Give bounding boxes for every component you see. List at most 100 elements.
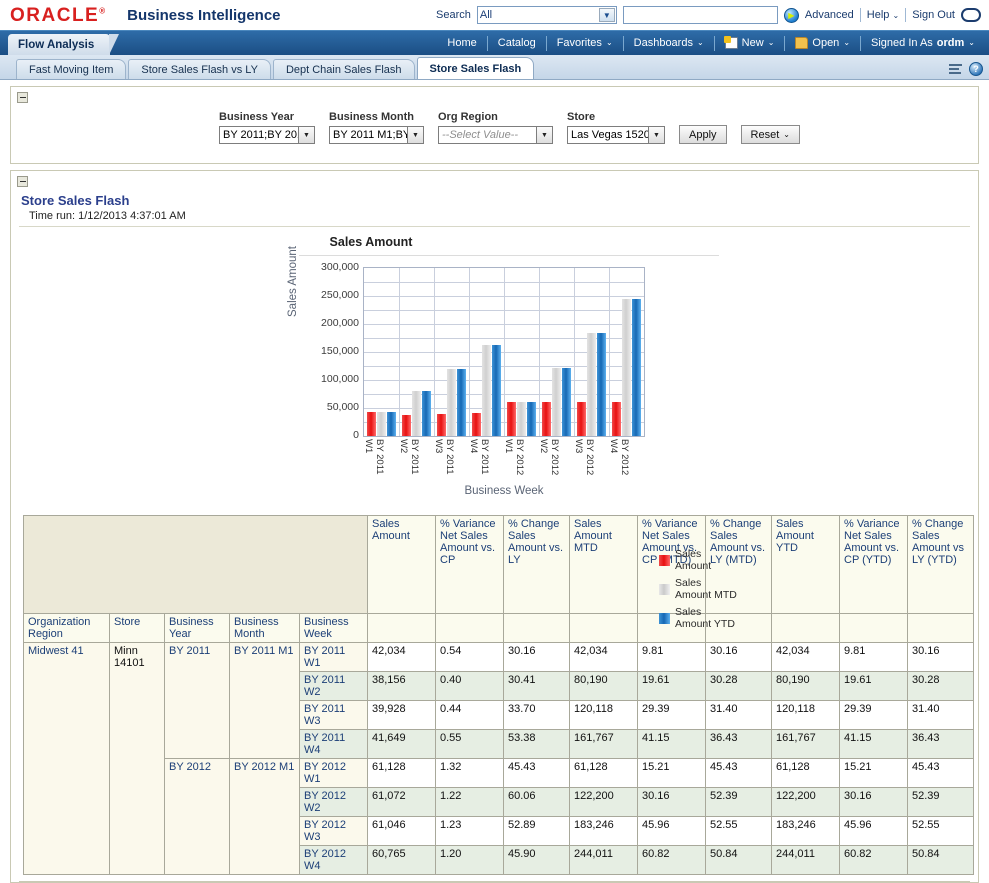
chart-bar[interactable] (612, 402, 621, 436)
column-header[interactable]: Organization Region (24, 614, 110, 643)
tab-dept-chain-sales-flash[interactable]: Dept Chain Sales Flash (273, 59, 415, 79)
legend-item[interactable]: Sales Amount YTD (659, 607, 769, 630)
chart-bar[interactable] (422, 391, 431, 436)
collapse-icon[interactable] (17, 176, 28, 187)
search-input[interactable] (623, 6, 778, 24)
column-header-spacer (840, 614, 908, 643)
column-header[interactable]: Sales Amount (368, 516, 436, 614)
chart-bar[interactable] (447, 369, 456, 436)
cell-business-week[interactable]: BY 2012 W4 (300, 846, 368, 875)
global-header-right: Search All ▼ ▶ Advanced Help ⌄ Sign Out (436, 0, 989, 30)
chart-bar[interactable] (587, 333, 596, 436)
chart-x-tick-label: W2 (538, 439, 549, 453)
cell-business-year[interactable]: BY 2012 (165, 759, 230, 875)
cell-business-week[interactable]: BY 2011 W1 (300, 643, 368, 672)
help-menu[interactable]: Help ⌄ (867, 9, 899, 21)
cell-measure-value: 29.39 (638, 701, 706, 730)
cell-business-week[interactable]: BY 2011 W3 (300, 701, 368, 730)
column-header[interactable]: Business Year (165, 614, 230, 643)
column-header[interactable]: Sales Amount MTD (570, 516, 638, 614)
help-icon[interactable]: ? (969, 62, 983, 76)
chart-bar[interactable] (507, 402, 516, 436)
chart-bar[interactable] (597, 333, 606, 436)
cell-business-week[interactable]: BY 2012 W3 (300, 817, 368, 846)
chevron-down-icon: ⌄ (606, 35, 613, 51)
store-combo[interactable]: Las Vegas 15206 ▼ (567, 126, 665, 144)
chart-bar[interactable] (552, 368, 561, 436)
reset-button[interactable]: Reset ⌄ (741, 125, 800, 144)
chart-bar[interactable] (387, 412, 396, 436)
column-header-spacer (368, 614, 436, 643)
chart-bar[interactable] (492, 345, 501, 436)
sign-out-link[interactable]: Sign Out (912, 9, 955, 21)
chart-bar[interactable] (632, 299, 641, 436)
page-options-icon[interactable] (949, 64, 962, 75)
business-month-combo[interactable]: BY 2011 M1;BY 2 ▼ (329, 126, 424, 144)
nav-item-dashboards[interactable]: Dashboards⌄ (624, 35, 714, 51)
column-header[interactable]: % Change Sales Amount vs LY (YTD) (908, 516, 974, 614)
chart-bar[interactable] (377, 412, 386, 436)
cell-organization-region[interactable]: Midwest 41 (24, 643, 110, 875)
chevron-down-icon[interactable]: ▼ (649, 126, 665, 144)
tab-store-sales-flash[interactable]: Store Sales Flash (417, 57, 535, 79)
nav-item-open[interactable]: Open⌄ (785, 35, 860, 51)
nav-item-catalog[interactable]: Catalog (488, 35, 546, 51)
legend-item[interactable]: Sales Amount MTD (659, 578, 769, 601)
legend-item[interactable]: Sales Amount (659, 549, 769, 572)
chart-bar[interactable] (472, 413, 481, 436)
chart-bar[interactable] (412, 391, 421, 436)
chart-y-tick-label: 300,000 (321, 261, 359, 273)
chart-bar[interactable] (577, 402, 586, 436)
chart-bar[interactable] (542, 402, 551, 436)
cell-business-week[interactable]: BY 2012 W1 (300, 759, 368, 788)
chart-bar[interactable] (402, 415, 411, 436)
chart-x-tick-label: W1 (503, 439, 514, 453)
column-header[interactable]: % Variance Net Sales Amount vs. CP (YTD) (840, 516, 908, 614)
nav-item-favorites[interactable]: Favorites⌄ (547, 35, 623, 51)
org-region-combo[interactable]: --Select Value-- ▼ (438, 126, 553, 144)
help-label: Help (867, 9, 890, 21)
chevron-down-icon[interactable]: ▼ (408, 126, 424, 144)
chevron-down-icon[interactable]: ▼ (537, 126, 553, 144)
column-header[interactable]: % Variance Net Sales Amount vs. CP (436, 516, 504, 614)
cell-measure-value: 0.55 (436, 730, 504, 759)
advanced-link[interactable]: Advanced (805, 9, 854, 21)
cell-business-week[interactable]: BY 2012 W2 (300, 788, 368, 817)
column-header[interactable]: Business Month (230, 614, 300, 643)
nav-item-home[interactable]: Home (437, 35, 486, 51)
collapse-icon[interactable] (17, 92, 28, 103)
chart-title: Sales Amount (21, 227, 721, 249)
chart-bar[interactable] (562, 368, 571, 436)
chart-bar[interactable] (457, 369, 466, 436)
chart-x-tick-label: W1 (363, 439, 374, 453)
nav-item-new[interactable]: New⌄ (715, 35, 785, 51)
search-go-icon[interactable]: ▶ (784, 8, 799, 23)
chart-y-tick-label: 100,000 (321, 373, 359, 385)
chart-bar[interactable] (482, 345, 491, 436)
column-header[interactable]: Store (110, 614, 165, 643)
cell-business-year[interactable]: BY 2011 (165, 643, 230, 759)
column-header[interactable]: % Change Sales Amount vs. LY (504, 516, 570, 614)
tab-store-sales-flash-vs-ly[interactable]: Store Sales Flash vs LY (128, 59, 271, 79)
chart-bar[interactable] (367, 412, 376, 436)
search-scope-select[interactable]: All ▼ (477, 6, 617, 24)
business-year-combo[interactable]: BY 2011;BY 2012 ▼ (219, 126, 315, 144)
user-avatar-icon[interactable] (961, 8, 981, 22)
apply-button[interactable]: Apply (679, 125, 727, 144)
cell-measure-value: 30.16 (840, 788, 908, 817)
tab-fast-moving-item[interactable]: Fast Moving Item (16, 59, 126, 79)
chevron-down-icon[interactable]: ▼ (299, 126, 315, 144)
cell-business-week[interactable]: BY 2011 W2 (300, 672, 368, 701)
chart-bar[interactable] (517, 402, 526, 436)
dashboard-tab-flow-analysis[interactable]: Flow Analysis (8, 34, 110, 55)
chart-bar[interactable] (437, 414, 446, 436)
column-header[interactable]: Sales Amount YTD (772, 516, 840, 614)
chart-bar[interactable] (527, 402, 536, 436)
chart-bar[interactable] (622, 299, 631, 436)
report-title: Store Sales Flash (11, 187, 978, 208)
cell-business-month[interactable]: BY 2011 M1 (230, 643, 300, 759)
signed-in-as-menu[interactable]: Signed In Asordm⌄ (861, 35, 985, 51)
cell-business-month[interactable]: BY 2012 M1 (230, 759, 300, 875)
column-header[interactable]: Business Week (300, 614, 368, 643)
cell-business-week[interactable]: BY 2011 W4 (300, 730, 368, 759)
